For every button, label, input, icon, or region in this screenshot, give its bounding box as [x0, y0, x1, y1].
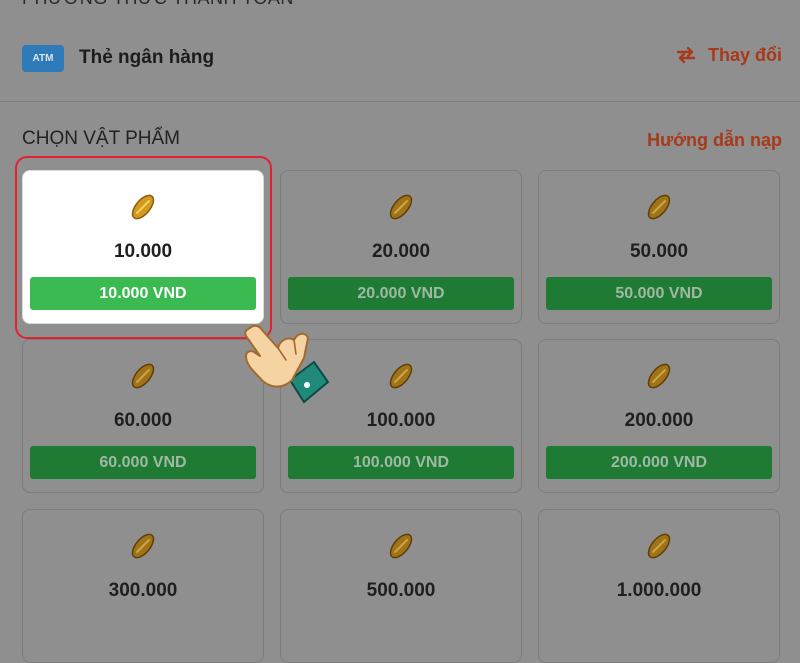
coin-icon [131, 533, 155, 559]
coin-icon [131, 194, 155, 220]
item-amount: 50.000 [629, 241, 689, 262]
item-card-10000[interactable]: 10.000 10.000 VND [22, 170, 264, 324]
coin-icon [647, 363, 671, 389]
coin-icon [389, 363, 413, 389]
item-card-200000[interactable]: 200.000 200.000 VND [538, 339, 780, 493]
coin-icon [389, 533, 413, 559]
item-price-button[interactable]: 100.000 VND [288, 446, 514, 479]
item-grid: 10.000 10.000 VND 20.000 20.000 VND 50.0… [0, 0, 800, 663]
item-price-button[interactable]: 200.000 VND [546, 446, 772, 479]
item-amount: 20.000 [371, 241, 431, 262]
item-card-300000[interactable]: 300.000 [22, 509, 264, 663]
item-price-button[interactable]: 50.000 VND [546, 277, 772, 310]
item-card-60000[interactable]: 60.000 60.000 VND [22, 339, 264, 493]
item-amount: 1.000.000 [616, 580, 702, 601]
item-amount: 100.000 [366, 410, 436, 431]
item-card-100000[interactable]: 100.000 100.000 VND [280, 339, 522, 493]
item-price-button[interactable]: 20.000 VND [288, 277, 514, 310]
item-amount: 10.000 [113, 241, 173, 262]
item-amount: 200.000 [624, 410, 694, 431]
coin-icon [647, 194, 671, 220]
item-amount: 60.000 [113, 410, 173, 431]
item-card-20000[interactable]: 20.000 20.000 VND [280, 170, 522, 324]
coin-icon [131, 363, 155, 389]
item-card-500000[interactable]: 500.000 [280, 509, 522, 663]
coin-icon [647, 533, 671, 559]
coin-icon [389, 194, 413, 220]
item-amount: 300.000 [108, 580, 178, 601]
item-card-50000[interactable]: 50.000 50.000 VND [538, 170, 780, 324]
item-price-button[interactable]: 60.000 VND [30, 446, 256, 479]
item-card-1000000[interactable]: 1.000.000 [538, 509, 780, 663]
item-price-button[interactable]: 10.000 VND [30, 277, 256, 310]
item-amount: 500.000 [366, 580, 436, 601]
